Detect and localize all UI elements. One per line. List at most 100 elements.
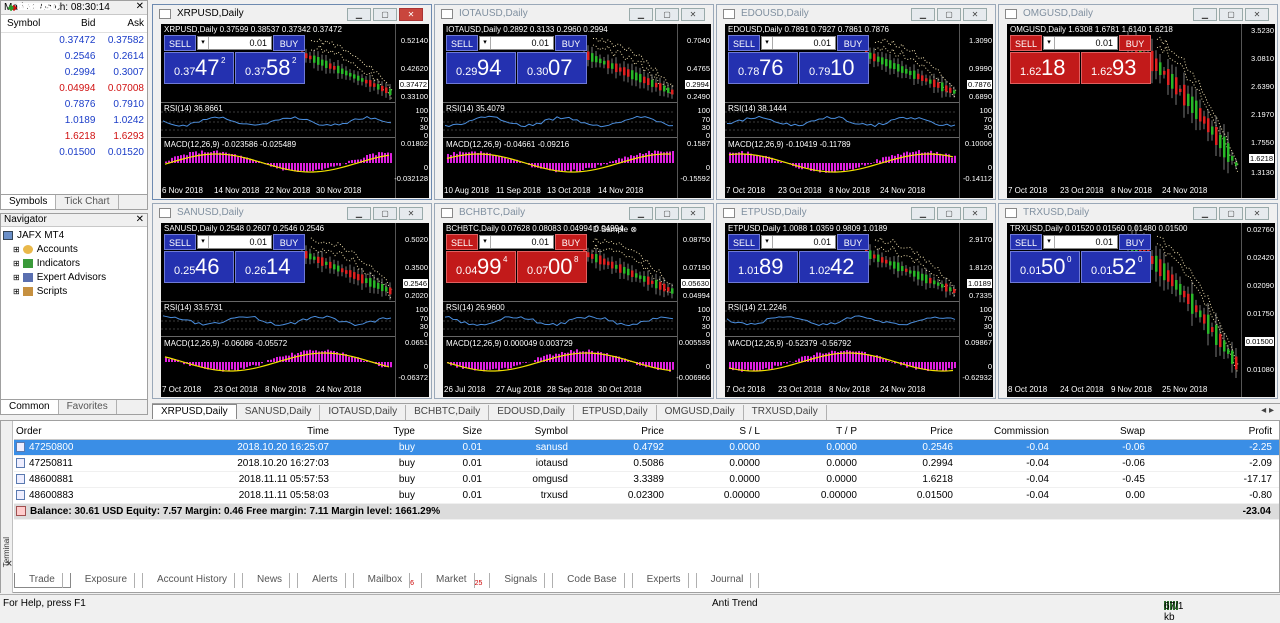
buy-button[interactable]: BUY <box>555 35 587 51</box>
minimize-button[interactable]: ▁ <box>629 207 653 220</box>
tab-symbols[interactable]: Symbols <box>1 195 56 209</box>
chevron-down-icon[interactable]: ▾ <box>198 236 209 248</box>
terminal-tab-market[interactable]: Market25 <box>422 573 490 588</box>
market-watch-row[interactable]: ◆OMG... 1.6218 1.6293 <box>1 128 147 144</box>
col-price[interactable]: Price <box>641 424 664 440</box>
buy-button[interactable]: BUY <box>837 35 869 51</box>
volume-input[interactable]: ▾0.01 <box>197 235 272 249</box>
buy-button[interactable]: BUY <box>273 234 305 250</box>
col-size[interactable]: Size <box>463 424 482 440</box>
chart-window[interactable]: IOTAUSD,Daily ▁ ▢ ✕ IOTAUSD,Daily 0.2892… <box>434 4 714 200</box>
tab-scroll-arrows[interactable]: ◂ ▸ <box>1259 404 1276 419</box>
sell-button[interactable]: SELL <box>1010 35 1042 51</box>
chart-title-bar[interactable]: ETPUSD,Daily ▁ ▢ ✕ <box>717 204 995 222</box>
balance-row[interactable]: Balance: 30.61 USD Equity: 7.57 Margin: … <box>14 504 1279 520</box>
chart-tab[interactable]: TRXUSD,Daily <box>744 405 827 420</box>
chart-tab[interactable]: OMGUSD,Daily <box>657 405 744 420</box>
chart-window[interactable]: OMGUSD,Daily ▁ ▢ ✕ OMGUSD,Daily 1.6308 1… <box>998 4 1278 200</box>
close-button[interactable]: ✕ <box>681 8 705 21</box>
volume-input[interactable]: ▾0.01 <box>479 36 554 50</box>
nav-item-expert-advisors[interactable]: ⊞Expert Advisors <box>3 271 147 285</box>
chart-tab[interactable]: SANUSD,Daily <box>237 405 321 420</box>
buy-button[interactable]: BUY <box>1119 234 1151 250</box>
buy-price[interactable]: 1.0242 <box>799 251 869 283</box>
buy-price[interactable]: 1.6293 <box>1081 52 1151 84</box>
volume-input[interactable]: ▾0.01 <box>1043 36 1118 50</box>
col-symbol[interactable]: Symbol <box>535 424 568 440</box>
market-watch-row[interactable]: ◆IOTA... 0.2994 0.3007 <box>1 64 147 80</box>
terminal-tab-alerts[interactable]: Alerts <box>298 573 354 588</box>
sell-button[interactable]: SELL <box>164 35 196 51</box>
close-icon[interactable]: ✕ <box>136 1 144 12</box>
maximize-button[interactable]: ▢ <box>937 207 961 220</box>
sell-price[interactable]: 1.0189 <box>728 251 798 283</box>
close-button[interactable]: ✕ <box>1245 8 1269 21</box>
sell-button[interactable]: SELL <box>164 234 196 250</box>
chart-title-bar[interactable]: TRXUSD,Daily ▁ ▢ ✕ <box>999 204 1277 222</box>
chart-tab[interactable]: EDOUSD,Daily <box>489 405 574 420</box>
chart-tab[interactable]: IOTAUSD,Daily <box>320 405 406 420</box>
maximize-button[interactable]: ▢ <box>655 207 679 220</box>
sell-button[interactable]: SELL <box>446 35 478 51</box>
sell-price[interactable]: 0.7876 <box>728 52 798 84</box>
close-button[interactable]: ✕ <box>963 207 987 220</box>
buy-price[interactable]: 0.01520 <box>1081 251 1151 283</box>
nav-item-accounts[interactable]: ⊞Accounts <box>3 243 147 257</box>
chart-window[interactable]: ETPUSD,Daily ▁ ▢ ✕ ETPUSD,Daily 1.0088 1… <box>716 203 996 399</box>
close-button[interactable]: ✕ <box>963 8 987 21</box>
col-tp[interactable]: T / P <box>836 424 857 440</box>
tab-favorites[interactable]: Favorites <box>59 400 117 414</box>
chevron-down-icon[interactable]: ▾ <box>1044 37 1055 49</box>
volume-input[interactable]: ▾0.01 <box>479 235 554 249</box>
chart-canvas[interactable]: XRPUSD,Daily 0.37599 0.38537 0.37342 0.3… <box>161 24 429 198</box>
expand-icon[interactable]: ⊞ <box>13 245 20 254</box>
minimize-button[interactable]: ▁ <box>911 8 935 21</box>
maximize-button[interactable]: ▢ <box>1219 207 1243 220</box>
volume-input[interactable]: ▾0.01 <box>761 235 836 249</box>
sell-price[interactable]: 0.2546 <box>164 251 234 283</box>
sell-price[interactable]: 0.2994 <box>446 52 516 84</box>
sell-button[interactable]: SELL <box>728 35 760 51</box>
terminal-tab-exposure[interactable]: Exposure <box>71 573 143 588</box>
buy-button[interactable]: BUY <box>555 234 587 250</box>
sell-button[interactable]: SELL <box>1010 234 1042 250</box>
order-row[interactable]: 472508112018.10.20 16:27:03buy0.01iotaus… <box>14 456 1279 472</box>
sell-price[interactable]: 1.6218 <box>1010 52 1080 84</box>
chart-window[interactable]: TRXUSD,Daily ▁ ▢ ✕ TRXUSD,Daily 0.01520 … <box>998 203 1278 399</box>
buy-button[interactable]: BUY <box>1119 35 1151 51</box>
chart-title-bar[interactable]: SANUSD,Daily ▁ ▢ ✕ <box>153 204 431 222</box>
chart-window[interactable]: SANUSD,Daily ▁ ▢ ✕ SANUSD,Daily 0.2548 0… <box>152 203 432 399</box>
order-row[interactable]: 486008832018.11.11 05:58:03buy0.01trxusd… <box>14 488 1279 504</box>
minimize-button[interactable]: ▁ <box>1193 8 1217 21</box>
expand-icon[interactable]: ⊞ <box>13 273 20 282</box>
nav-item-indicators[interactable]: ⊞Indicators <box>3 257 147 271</box>
order-row[interactable]: 486008812018.11.11 05:57:53buy0.01omgusd… <box>14 472 1279 488</box>
chart-tab[interactable]: XRPUSD,Daily <box>152 404 237 419</box>
col-type[interactable]: Type <box>393 424 415 440</box>
sell-price[interactable]: 0.01500 <box>1010 251 1080 283</box>
nav-item-scripts[interactable]: ⊞Scripts <box>3 285 147 299</box>
sell-button[interactable]: SELL <box>446 234 478 250</box>
chart-title-bar[interactable]: IOTAUSD,Daily ▁ ▢ ✕ <box>435 5 713 23</box>
close-button[interactable]: ✕ <box>399 207 423 220</box>
terminal-tab-experts[interactable]: Experts <box>633 573 697 588</box>
order-row[interactable]: 472508002018.10.20 16:25:07buy0.01sanusd… <box>14 440 1279 456</box>
close-icon[interactable]: ⊗ <box>630 225 637 234</box>
buy-price[interactable]: 0.2614 <box>235 251 305 283</box>
chart-canvas[interactable]: ETPUSD,Daily 1.0088 1.0359 0.9809 1.0189… <box>725 223 993 397</box>
minimize-button[interactable]: ▁ <box>629 8 653 21</box>
chevron-down-icon[interactable]: ▾ <box>762 236 773 248</box>
chart-window[interactable]: EDOUSD,Daily ▁ ▢ ✕ EDOUSD,Daily 0.7891 0… <box>716 4 996 200</box>
terminal-tab-code-base[interactable]: Code Base <box>553 573 632 588</box>
maximize-button[interactable]: ▢ <box>1219 8 1243 21</box>
market-watch-row[interactable]: ◆SANUSD 0.2546 0.2614 <box>1 48 147 64</box>
expand-icon[interactable]: ⊞ <box>13 287 20 296</box>
close-button[interactable]: ✕ <box>1245 207 1269 220</box>
maximize-button[interactable]: ▢ <box>937 8 961 21</box>
maximize-button[interactable]: ▢ <box>373 8 397 21</box>
chart-canvas[interactable]: SANUSD,Daily 0.2548 0.2607 0.2546 0.2546… <box>161 223 429 397</box>
chart-canvas[interactable]: EDOUSD,Daily 0.7891 0.7927 0.7861 0.7876… <box>725 24 993 198</box>
chevron-down-icon[interactable]: ▾ <box>480 37 491 49</box>
chart-canvas[interactable]: IOTAUSD,Daily 0.2892 0.3133 0.2960 0.299… <box>443 24 711 198</box>
sell-button[interactable]: SELL <box>728 234 760 250</box>
